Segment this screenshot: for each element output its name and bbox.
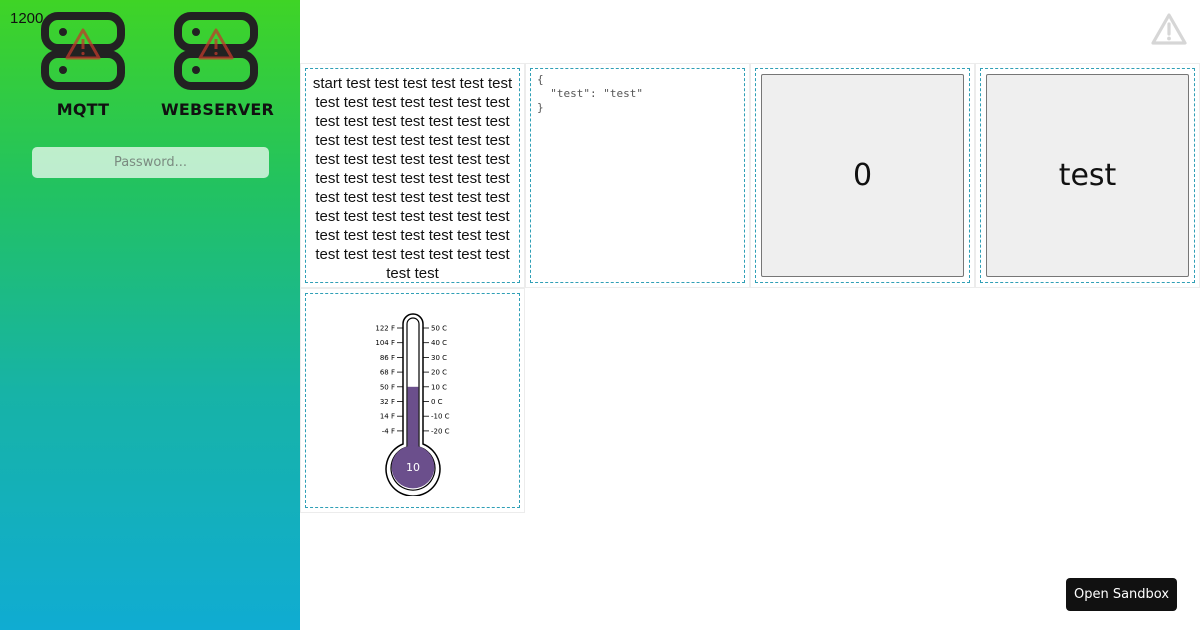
service-webserver[interactable]: WEBSERVER bbox=[161, 12, 274, 119]
thermometer-value: 10 bbox=[406, 461, 420, 474]
fahrenheit-tick-label: 122 F bbox=[375, 324, 395, 332]
text-button[interactable]: test bbox=[986, 74, 1189, 277]
warning-triangle-icon[interactable] bbox=[1150, 12, 1188, 46]
celsius-tick-label: -10 C bbox=[431, 412, 450, 420]
celsius-tick-label: 20 C bbox=[431, 368, 447, 376]
number-button[interactable]: 0 bbox=[761, 74, 964, 277]
fahrenheit-tick-label: 86 F bbox=[379, 353, 394, 361]
open-sandbox-button[interactable]: Open Sandbox bbox=[1066, 578, 1177, 611]
sidebar: 1200 MQTT WEBSERVER bbox=[0, 0, 300, 630]
json-widget: { "test": "test" } bbox=[530, 68, 745, 283]
number-button-widget: 0 bbox=[755, 68, 970, 283]
widget-grid: start test test test test test test test… bbox=[300, 63, 1200, 513]
celsius-tick-label: 30 C bbox=[431, 353, 447, 361]
thermometer-gauge: 122 F 104 F 86 F 68 F 50 F 32 F 14 F -4 F 50 C 40… bbox=[375, 312, 450, 496]
server-warning-icon bbox=[41, 12, 125, 90]
service-mqtt[interactable]: MQTT bbox=[28, 12, 138, 119]
text-widget: start test test test test test test test… bbox=[305, 68, 520, 283]
grid-cell: start test test test test test test test… bbox=[300, 63, 525, 288]
grid-cell: test bbox=[975, 63, 1200, 288]
grid-cell: 122 F 104 F 86 F 68 F 50 F 32 F 14 F -4 F 50 C 40… bbox=[300, 288, 525, 513]
celsius-tick-label: 10 C bbox=[431, 383, 447, 391]
text-button-widget: test bbox=[980, 68, 1195, 283]
celsius-tick-label: -20 C bbox=[431, 427, 450, 435]
service-label-mqtt: MQTT bbox=[56, 100, 110, 119]
grid-cell: { "test": "test" } bbox=[525, 63, 750, 288]
thermometer-widget: 122 F 104 F 86 F 68 F 50 F 32 F 14 F -4 F 50 C 40… bbox=[305, 293, 520, 508]
fahrenheit-tick-label: 32 F bbox=[379, 398, 394, 406]
fahrenheit-tick-label: -4 F bbox=[381, 427, 394, 435]
celsius-tick-label: 40 C bbox=[431, 339, 447, 347]
server-warning-icon bbox=[174, 12, 258, 90]
app-root: 1200 MQTT WEBSERVER start test test test… bbox=[0, 0, 1200, 630]
celsius-tick-label: 50 C bbox=[431, 324, 447, 332]
fahrenheit-tick-label: 104 F bbox=[375, 339, 395, 347]
fahrenheit-tick-label: 68 F bbox=[379, 368, 394, 376]
fahrenheit-tick-label: 14 F bbox=[379, 412, 394, 420]
password-input[interactable] bbox=[32, 147, 269, 178]
fahrenheit-tick-label: 50 F bbox=[379, 383, 394, 391]
celsius-tick-label: 0 C bbox=[431, 398, 443, 406]
service-label-webserver: WEBSERVER bbox=[161, 100, 274, 119]
grid-cell: 0 bbox=[750, 63, 975, 288]
